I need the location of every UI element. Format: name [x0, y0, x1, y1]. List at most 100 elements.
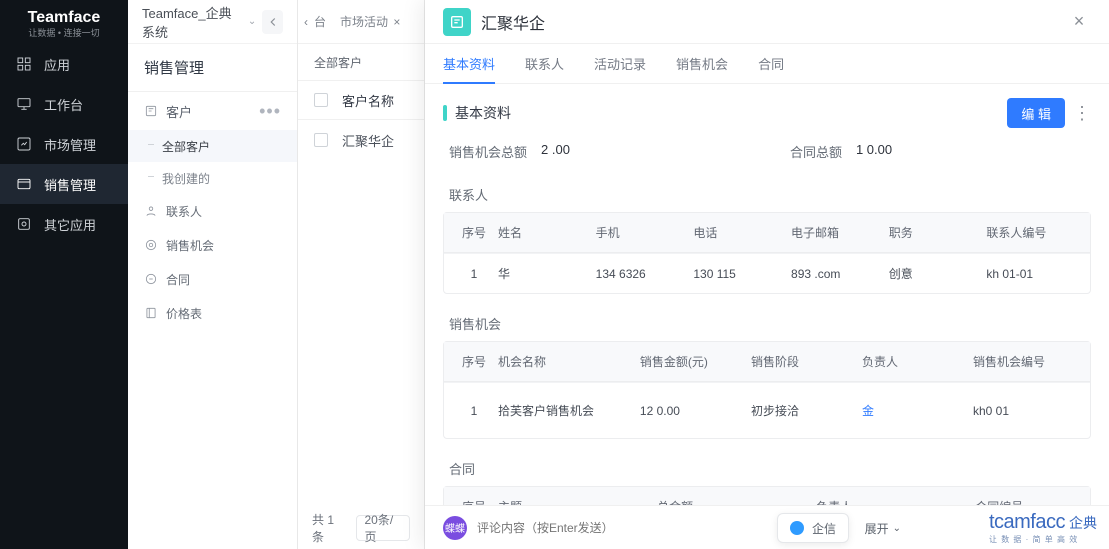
module-title: 销售管理 — [128, 44, 297, 92]
expand-button[interactable]: 展开 ⌄ — [857, 513, 909, 543]
crumb-home[interactable]: 台 — [314, 13, 326, 30]
brand: Teamface 让数据 • 连接一切 — [0, 0, 128, 44]
tab-contract[interactable]: 合同 — [758, 44, 784, 83]
section-basic-label: 基本资料 — [455, 103, 511, 123]
th: 销售机会编号 — [969, 353, 1080, 370]
td: kh0 01 — [969, 404, 1080, 418]
nav-workbench[interactable]: 工作台 — [0, 84, 128, 124]
qixin-popup[interactable]: 企信 — [777, 513, 849, 543]
td: 893 .com — [787, 267, 885, 281]
nav-market-label: 市场管理 — [44, 135, 96, 154]
brand-subtitle: 让数据 • 连接一切 — [28, 26, 99, 39]
brand-title: Teamface — [28, 9, 101, 27]
label-contract-total: 合同总额 — [790, 142, 842, 161]
org-name[interactable]: Teamface_企典系统 — [142, 3, 242, 41]
tab-contacts[interactable]: 联系人 — [525, 44, 564, 83]
td: 创意 — [885, 265, 983, 282]
perpage-select[interactable]: 20条/页 — [356, 515, 411, 541]
nav-market[interactable]: 市场管理 — [0, 124, 128, 164]
menu-opportunity-label: 销售机会 — [166, 237, 214, 254]
qixin-label: 企信 — [812, 520, 836, 537]
tab-activity[interactable]: 活动记录 — [594, 44, 646, 83]
group-customer[interactable]: 客户 ••• — [128, 92, 297, 130]
nav-sales-label: 销售管理 — [44, 175, 96, 194]
nav-workbench-label: 工作台 — [44, 95, 83, 114]
crumb-pill-label: 市场活动 — [340, 15, 388, 29]
th: 序号 — [454, 498, 494, 505]
menu-contacts[interactable]: 联系人 — [128, 194, 297, 228]
detail-drawer: 汇聚华企 × 基本资料 联系人 活动记录 销售机会 合同 基本资料 编 辑 ⋮ … — [425, 0, 1109, 549]
target-icon — [144, 238, 158, 252]
total-count: 共 1 条 — [312, 511, 346, 545]
tree-line-icon — [148, 176, 154, 177]
brand-cn: 企典 — [1069, 515, 1097, 531]
chevron-down-icon[interactable]: ⌄ — [248, 16, 256, 27]
td: 1 — [454, 267, 494, 281]
th: 销售阶段 — [747, 353, 858, 370]
table-row[interactable]: 汇聚华企 — [298, 120, 424, 160]
monitor-icon — [16, 96, 32, 112]
th: 手机 — [592, 224, 690, 241]
value-opp-total: 2 .00 — [541, 142, 570, 161]
menu-pricelist[interactable]: 价格表 — [128, 296, 297, 330]
close-button[interactable]: × — [1067, 10, 1091, 34]
td: kh 01-01 — [982, 267, 1080, 281]
table-row[interactable]: 1 华 134 6326 130 115 893 .com 创意 kh 01-0… — [444, 253, 1090, 293]
checkbox-all[interactable] — [314, 93, 328, 107]
filter-label[interactable]: 全部客户 — [314, 54, 362, 71]
th-name: 客户名称 — [342, 91, 394, 110]
kebab-icon[interactable]: ⋮ — [1073, 103, 1091, 124]
more-icon[interactable]: ••• — [259, 101, 281, 122]
menu-contract-label: 合同 — [166, 271, 190, 288]
menu-opportunity[interactable]: 销售机会 — [128, 228, 297, 262]
tab-basic[interactable]: 基本资料 — [443, 44, 495, 83]
close-icon[interactable]: × — [393, 15, 400, 29]
contracts-table: 序号 主题 总金额 负责人 合同编号 — [443, 486, 1091, 505]
sub-all-customers[interactable]: 全部客户 — [128, 130, 297, 162]
menu-contacts-label: 联系人 — [166, 203, 202, 220]
subhead-opps: 销售机会 — [443, 300, 1091, 341]
nav-sales[interactable]: 销售管理 — [0, 164, 128, 204]
book-icon — [144, 306, 158, 320]
footer-branding: tcamfacc企典 让 数 据 · 简 单 高 效 — [989, 511, 1097, 545]
crumb-back-icon[interactable]: ‹ — [304, 15, 308, 29]
table-row[interactable]: 1 拾芙客户销售机会 12 0.00 初步接洽 金 kh0 01 — [444, 382, 1090, 438]
td-link[interactable]: 金 — [858, 402, 969, 419]
th: 电话 — [689, 224, 787, 241]
checkbox-row[interactable] — [314, 133, 328, 147]
edit-button[interactable]: 编 辑 — [1007, 98, 1065, 128]
th: 销售金额(元) — [636, 353, 747, 370]
nav-app[interactable]: 应用 — [0, 44, 128, 84]
tree-line-icon — [148, 144, 154, 145]
th: 电子邮箱 — [787, 224, 885, 241]
sub-my-customers-label: 我创建的 — [162, 170, 210, 187]
doc-icon — [144, 272, 158, 286]
th: 机会名称 — [494, 353, 636, 370]
td: 12 0.00 — [636, 404, 747, 418]
th: 主题 — [494, 498, 653, 505]
menu-pricelist-label: 价格表 — [166, 305, 202, 322]
menu-contract[interactable]: 合同 — [128, 262, 297, 296]
sub-all-customers-label: 全部客户 — [162, 138, 210, 155]
accent-bar — [443, 105, 447, 121]
collapse-button[interactable] — [262, 10, 283, 34]
expand-label: 展开 — [865, 520, 889, 537]
nav-other-label: 其它应用 — [44, 215, 96, 234]
nav-other[interactable]: 其它应用 — [0, 204, 128, 244]
th: 序号 — [454, 224, 494, 241]
brand-sub: 让 数 据 · 简 单 高 效 — [989, 534, 1097, 545]
th: 负责人 — [812, 498, 971, 505]
nav-app-label: 应用 — [44, 55, 70, 74]
grid-icon — [16, 56, 32, 72]
chat-icon — [790, 521, 804, 535]
th: 合同编号 — [971, 498, 1080, 505]
folder-icon — [16, 176, 32, 192]
tab-opportunity[interactable]: 销售机会 — [676, 44, 728, 83]
sub-my-customers[interactable]: 我创建的 — [128, 162, 297, 194]
td: 拾芙客户销售机会 — [494, 402, 636, 419]
customer-icon — [144, 104, 158, 118]
user-avatar: 蝶蝶 — [443, 516, 467, 540]
subhead-contacts: 联系人 — [443, 171, 1091, 212]
crumb-pill[interactable]: 市场活动 × — [332, 10, 408, 33]
cell-name: 汇聚华企 — [342, 131, 394, 150]
